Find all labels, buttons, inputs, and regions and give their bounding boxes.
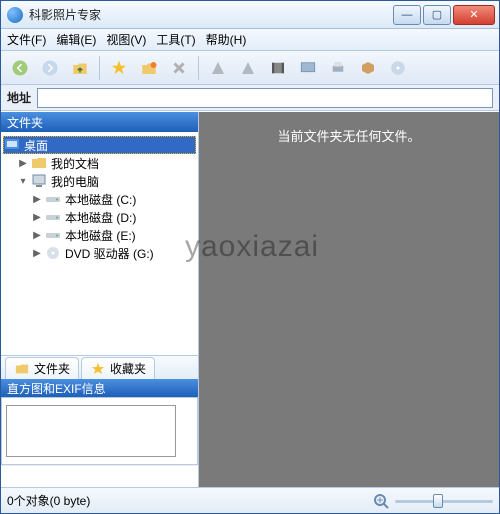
menu-help[interactable]: 帮助(H) xyxy=(206,31,247,48)
folder-icon xyxy=(31,155,47,171)
favorite-button[interactable] xyxy=(106,55,132,81)
tree-drive-e[interactable]: ▶ 本地磁盘 (E:) xyxy=(31,226,196,244)
disc-button[interactable] xyxy=(385,55,411,81)
drive-icon xyxy=(45,191,61,207)
back-button[interactable] xyxy=(7,55,33,81)
zoom-icon[interactable] xyxy=(373,493,389,509)
tree-desktop[interactable]: 桌面 xyxy=(3,136,196,154)
collapse-icon[interactable]: ▾ xyxy=(17,176,29,187)
menu-tool[interactable]: 工具(T) xyxy=(156,31,195,48)
computer-icon xyxy=(31,173,47,189)
desktop-icon xyxy=(4,137,20,153)
folders-pane-header: 文件夹 xyxy=(1,112,198,132)
up-button[interactable] xyxy=(67,55,93,81)
minimize-button[interactable]: — xyxy=(393,5,421,25)
address-input[interactable] xyxy=(37,88,493,108)
tree-drive-g[interactable]: ▶ DVD 驱动器 (G:) xyxy=(31,244,196,262)
expand-icon[interactable]: ▶ xyxy=(31,248,43,259)
menu-bar: 文件(F) 编辑(E) 视图(V) 工具(T) 帮助(H) xyxy=(1,29,499,51)
zoom-slider[interactable] xyxy=(395,492,493,510)
expand-icon[interactable]: ▶ xyxy=(31,194,43,205)
histogram-box xyxy=(1,397,198,465)
tab-favorites[interactable]: 收藏夹 xyxy=(81,357,155,379)
tree-mydocs[interactable]: ▶ 我的文档 xyxy=(17,154,196,172)
title-bar: 科影照片专家 — ▢ ✕ xyxy=(1,1,499,29)
app-icon xyxy=(7,7,23,23)
tree-drive-d[interactable]: ▶ 本地磁盘 (D:) xyxy=(31,208,196,226)
slideshow-button[interactable] xyxy=(295,55,321,81)
content-view: 当前文件夹无任何文件。 xyxy=(199,112,499,487)
info-pane-header: 直方图和EXIF信息 xyxy=(1,379,198,397)
status-objects: 0个对象(0 byte) xyxy=(7,492,90,509)
box-button[interactable] xyxy=(355,55,381,81)
new-folder-button[interactable] xyxy=(136,55,162,81)
left-tabs: 文件夹 收藏夹 xyxy=(1,355,198,379)
histogram-canvas xyxy=(6,405,176,457)
expand-icon[interactable]: ▶ xyxy=(31,212,43,223)
toolbar xyxy=(1,51,499,85)
dvd-icon xyxy=(45,245,61,261)
slider-thumb[interactable] xyxy=(433,494,443,508)
exif-box xyxy=(1,465,198,487)
window-title: 科影照片专家 xyxy=(29,6,393,23)
close-button[interactable]: ✕ xyxy=(453,5,495,25)
maximize-button[interactable]: ▢ xyxy=(423,5,451,25)
menu-file[interactable]: 文件(F) xyxy=(7,31,46,48)
menu-view[interactable]: 视图(V) xyxy=(106,31,146,48)
folder-icon xyxy=(14,362,30,376)
drive-icon xyxy=(45,227,61,243)
folder-tree[interactable]: 桌面 ▶ 我的文档 ▾ 我的电脑 ▶ 本地磁盘 (C:) xyxy=(1,132,198,355)
expand-icon[interactable]: ▶ xyxy=(17,158,29,169)
tree-drive-c[interactable]: ▶ 本地磁盘 (C:) xyxy=(31,190,196,208)
rotate-left-button[interactable] xyxy=(205,55,231,81)
status-bar: 0个对象(0 byte) xyxy=(1,487,499,513)
drive-icon xyxy=(45,209,61,225)
forward-button[interactable] xyxy=(37,55,63,81)
empty-message: 当前文件夹无任何文件。 xyxy=(277,126,420,145)
menu-edit[interactable]: 编辑(E) xyxy=(56,31,96,48)
tree-mycomputer[interactable]: ▾ 我的电脑 xyxy=(17,172,196,190)
rotate-right-button[interactable] xyxy=(235,55,261,81)
address-bar: 地址 xyxy=(1,85,499,111)
star-icon xyxy=(90,362,106,376)
film-button[interactable] xyxy=(265,55,291,81)
print-button[interactable] xyxy=(325,55,351,81)
address-label: 地址 xyxy=(7,89,31,106)
expand-icon[interactable]: ▶ xyxy=(31,230,43,241)
delete-button[interactable] xyxy=(166,55,192,81)
tab-folders[interactable]: 文件夹 xyxy=(5,357,79,379)
